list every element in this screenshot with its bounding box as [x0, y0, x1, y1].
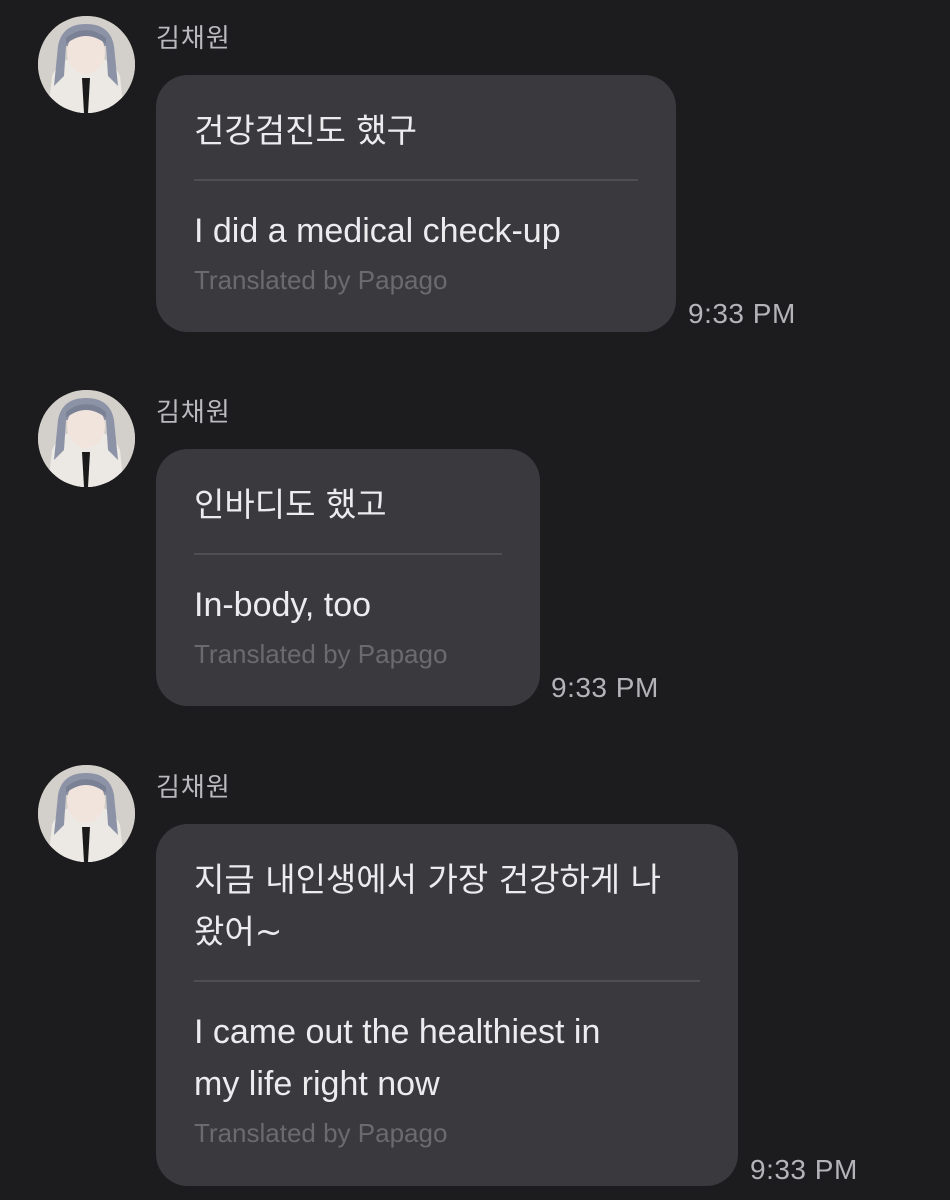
sender-name: 김채원 [156, 398, 231, 428]
original-text: 건강검진도 했구 [194, 75, 638, 181]
translated-text: I came out the healthiest in my life rig… [194, 1013, 601, 1103]
translation-credit: Translated by Papago [194, 639, 448, 669]
avatar[interactable] [38, 390, 135, 487]
translated-text: I did a medical check-up [194, 212, 561, 250]
translated-text: In-body, too [194, 586, 372, 624]
translation-credit: Translated by Papago [194, 265, 448, 295]
translation-credit: Translated by Papago [194, 1118, 448, 1148]
original-text: 인바디도 했고 [194, 449, 502, 555]
message-bubble[interactable]: 지금 내인생에서 가장 건강하게 나 왔어~ I came out the he… [156, 824, 738, 1186]
sender-name: 김채원 [156, 24, 231, 54]
timestamp: 9:33 PM [551, 672, 659, 703]
original-text: 지금 내인생에서 가장 건강하게 나 왔어~ [194, 824, 700, 982]
message-bubble[interactable]: 인바디도 했고 In-body, too Translated by Papag… [156, 449, 540, 706]
avatar[interactable] [38, 765, 135, 862]
message-bubble[interactable]: 건강검진도 했구 I did a medical check-up Transl… [156, 75, 676, 332]
timestamp: 9:33 PM [688, 298, 796, 329]
sender-name: 김채원 [156, 773, 231, 803]
avatar[interactable] [38, 16, 135, 113]
timestamp: 9:33 PM [750, 1154, 858, 1185]
